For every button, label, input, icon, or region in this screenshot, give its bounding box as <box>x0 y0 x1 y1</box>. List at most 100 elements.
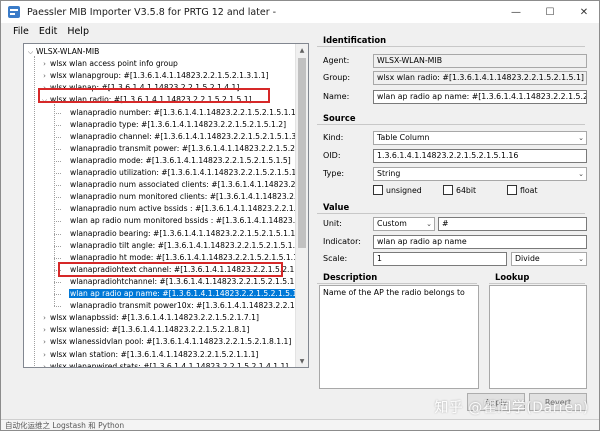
type-label: Type: <box>323 169 345 178</box>
tree-node-radio-column[interactable]: wlanapradio number: #[1.3.6.1.4.1.14823.… <box>60 107 296 119</box>
tree-expander-icon[interactable]: › <box>40 361 49 367</box>
indicator-field[interactable]: wlan ap radio ap name <box>373 235 587 249</box>
group-field[interactable]: wlsx wlan radio: #[1.3.6.1.4.1.14823.2.2… <box>373 71 587 85</box>
tree-node-label: wlanapradio ht mode: #[1.3.6.1.4.1.14823… <box>70 252 296 262</box>
tree-node-label: wlanapradio num associated clients: #[1.… <box>70 180 296 190</box>
menu-file[interactable]: File <box>13 26 29 37</box>
tree-node-radio-column[interactable]: wlanapradio mode: #[1.3.6.1.4.1.14823.2.… <box>60 155 292 167</box>
checkbox-icon <box>507 185 517 195</box>
type-select[interactable]: String ⌄ <box>373 167 587 181</box>
close-icon[interactable]: ✕ <box>567 1 599 23</box>
oid-label: OID: <box>323 151 341 160</box>
tree-node-label: wlsx wlanessid: #[1.3.6.1.4.1.14823.2.2.… <box>50 325 250 335</box>
tree-node-radio-column[interactable]: wlanapradio tilt angle: #[1.3.6.1.4.1.14… <box>60 240 296 252</box>
tree-node-label: wlanapradio transmit power: #[1.3.6.1.4.… <box>70 143 296 153</box>
scale-label: Scale: <box>323 254 348 263</box>
tree-node[interactable]: › wlsx wlanapwired stats: #[1.3.6.1.4.1.1… <box>40 361 289 367</box>
tree-connector <box>54 294 61 295</box>
tree-connector <box>54 185 61 187</box>
tree-node-radio-column[interactable]: wlanapradio utilization: #[1.3.6.1.4.1.1… <box>60 167 296 179</box>
float-checkbox[interactable]: float <box>507 185 538 195</box>
64bit-label: 64bit <box>456 185 477 195</box>
scroll-up-icon[interactable]: ▲ <box>296 44 308 56</box>
tree-node-radio-column[interactable]: wlanapradiohtext channel: #[1.3.6.1.4.1.… <box>60 264 296 276</box>
tree-node-label: wlanapradio num active bssids : #[1.3.6.… <box>70 204 296 214</box>
tree-node-label: wlsx wlanapwired stats: #[1.3.6.1.4.1.14… <box>50 361 289 367</box>
tree-node-wlan-radio[interactable]: ⌵ wlsx wlan radio: #[1.3.6.1.4.1.14823.2.… <box>40 94 253 106</box>
tree-expander-icon[interactable]: › <box>40 82 49 94</box>
tree-node-label: wlsx wlanapbssid: #[1.3.6.1.4.1.14823.2.… <box>50 313 259 323</box>
tree-node-radio-column[interactable]: wlanapradio bearing: #[1.3.6.1.4.1.14823… <box>60 228 296 240</box>
tree-node[interactable]: › wlsx wlanap: #[1.3.6.1.4.1.14823.2.2.1.… <box>40 82 240 94</box>
tree-node-radio-column[interactable]: wlanapradio type: #[1.3.6.1.4.1.14823.2.… <box>60 119 287 131</box>
tree-expander-icon[interactable]: › <box>40 336 49 348</box>
scale-field[interactable]: 1 <box>373 252 507 266</box>
chevron-down-icon: ⌄ <box>578 255 584 263</box>
unsigned-label: unsigned <box>386 185 422 195</box>
tree-node[interactable]: › wlsx wlan station: #[1.3.6.1.4.1.14823.… <box>40 349 259 361</box>
oid-field[interactable]: 1.3.6.1.4.1.14823.2.2.1.5.2.1.5.1.16 <box>373 149 587 163</box>
agent-field[interactable]: WLSX-WLAN-MIB <box>373 54 587 68</box>
tree-connector <box>54 197 61 199</box>
tree-node[interactable]: › wlsx wlanessid: #[1.3.6.1.4.1.14823.2.2… <box>40 324 250 336</box>
tree-expander-icon[interactable]: › <box>40 58 49 70</box>
maximize-icon[interactable]: ☐ <box>533 1 567 23</box>
tree-node-root[interactable]: ⌵ WLSX-WLAN-MIB <box>26 46 100 58</box>
tree-expander-icon[interactable]: › <box>40 312 49 324</box>
tree-node-label: wlanapradiohtchannel: #[1.3.6.1.4.1.1482… <box>70 276 296 286</box>
tree-connector <box>54 233 61 235</box>
lookup-list[interactable] <box>489 285 587 389</box>
tree-expander-icon[interactable]: › <box>40 324 49 336</box>
tree-node-radio-column[interactable]: wlanapradiohtchannel: #[1.3.6.1.4.1.1482… <box>60 276 296 288</box>
paessler-app-icon <box>7 5 21 19</box>
kind-select[interactable]: Table Column ⌄ <box>373 131 587 145</box>
tree-node[interactable]: › wlsx wlanapgroup: #[1.3.6.1.4.1.14823.2… <box>40 70 270 82</box>
value-title: Value <box>317 202 585 214</box>
tree-connector <box>54 136 61 138</box>
tree-node-radio-column[interactable]: wlanapradio num associated clients: #[1.… <box>60 179 296 191</box>
menu-help[interactable]: Help <box>67 26 89 37</box>
details-panel: Identification Agent: WLSX-WLAN-MIB Grou… <box>317 35 587 425</box>
tree-node-ap-name[interactable]: wlan ap radio ap name: #[1.3.6.1.4.1.148… <box>60 288 296 300</box>
tree-node-radio-column[interactable]: wlanapradio num active bssids : #[1.3.6.… <box>60 203 296 215</box>
tree-node-label: wlanapradio mode: #[1.3.6.1.4.1.14823.2.… <box>70 155 291 165</box>
tree-expander-icon[interactable]: › <box>40 70 49 82</box>
tree-node-label: wlsx wlan station: #[1.3.6.1.4.1.14823.2… <box>50 349 259 359</box>
scale-operation-select[interactable]: Divide ⌄ <box>511 252 587 266</box>
mib-tree-panel[interactable]: ⌵ WLSX-WLAN-MIB › wlsx wlan access point in… <box>23 43 309 368</box>
tree-node-radio-column[interactable]: wlan ap radio num monitored bssids : #[1… <box>60 215 296 227</box>
64bit-checkbox[interactable]: 64bit <box>443 185 476 195</box>
tree-node-label: WLSX-WLAN-MIB <box>36 47 100 56</box>
tree-node-label: wlsx wlanessidvlan pool: #[1.3.6.1.4.1.1… <box>50 337 292 347</box>
minimize-icon[interactable]: — <box>499 1 533 23</box>
tree-node-label: wlanapradio utilization: #[1.3.6.1.4.1.1… <box>70 168 296 177</box>
tree-expander-icon[interactable]: ⌵ <box>40 94 49 106</box>
checkbox-icon <box>443 185 453 195</box>
unit-select[interactable]: Custom ⌄ <box>373 217 435 231</box>
name-field[interactable]: wlan ap radio ap name: #[1.3.6.1.4.1.148… <box>373 90 587 104</box>
menu-edit[interactable]: Edit <box>39 26 57 37</box>
tree-connector <box>54 269 61 271</box>
unsigned-checkbox[interactable]: unsigned <box>373 185 422 195</box>
tree-node-radio-column[interactable]: wlanapradio num monitored clients: #[1.3… <box>60 191 296 203</box>
tree-node-label: wlsx wlanap: #[1.3.6.1.4.1.14823.2.2.1.5… <box>50 83 240 93</box>
chevron-down-icon: ⌄ <box>578 134 584 142</box>
custom-unit-field[interactable]: # <box>438 217 587 231</box>
watermark-text: 知乎 @瞿同学(Darren) <box>434 400 589 416</box>
description-title: Description <box>317 272 477 284</box>
tree-node-label: wlsx wlan radio: #[1.3.6.1.4.1.14823.2.2… <box>50 95 252 105</box>
tree-node-radio-column[interactable]: wlanapradio transmit power: #[1.3.6.1.4.… <box>60 143 296 155</box>
tree-node-radio-column[interactable]: wlanapradio channel: #[1.3.6.1.4.1.14823… <box>60 131 296 143</box>
tree-node-label: wlanapradio type: #[1.3.6.1.4.1.14823.2.… <box>70 119 287 129</box>
tree-node-radio-column[interactable]: wlanapradio transmit power10x: #[1.3.6.1… <box>60 300 296 312</box>
tree-node[interactable]: › wlsx wlanessidvlan pool: #[1.3.6.1.4.1.… <box>40 336 292 348</box>
scroll-thumb[interactable] <box>298 58 306 248</box>
tree-node-radio-column[interactable]: wlanapradio ht mode: #[1.3.6.1.4.1.14823… <box>60 252 296 264</box>
description-textarea[interactable]: Name of the AP the radio belongs to <box>319 285 479 389</box>
tree-expander-icon[interactable]: › <box>40 349 49 361</box>
scroll-down-icon[interactable]: ▼ <box>296 355 308 367</box>
tree-node[interactable]: › wlsx wlan access point info group <box>40 58 179 70</box>
tree-node[interactable]: › wlsx wlanapbssid: #[1.3.6.1.4.1.14823.2… <box>40 312 260 324</box>
tree-vertical-scrollbar[interactable]: ▲ ▼ <box>295 44 308 367</box>
tree-connector <box>34 56 35 366</box>
